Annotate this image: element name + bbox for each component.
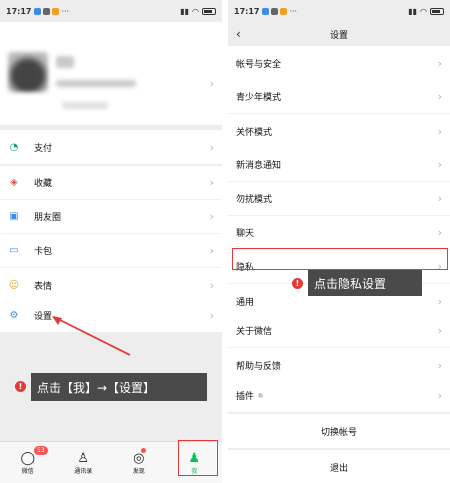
chevron-right-icon: ›	[437, 192, 442, 205]
settings-item-label: 通用	[236, 297, 255, 308]
plugin-indicator-icon	[258, 392, 264, 398]
nav-bar: ‹ 设置	[228, 22, 450, 46]
chevron-right-icon: ›	[437, 158, 442, 171]
settings-item-notifications[interactable]: 新消息通知 ›	[228, 148, 450, 182]
settings-item-do-not-disturb[interactable]: 勿扰模式 ›	[228, 182, 450, 216]
settings-item-label: 帐号与安全	[236, 59, 282, 70]
settings-item-plugins[interactable]: 插件 ›	[228, 378, 450, 412]
callout-me-settings: 点击【我】→【设置】	[31, 373, 207, 401]
tab-label: 通讯录	[74, 467, 93, 475]
status-time: 17:17	[234, 6, 260, 16]
highlight-box-privacy	[232, 248, 448, 270]
chat-icon: ◯	[20, 450, 36, 466]
settings-item-about[interactable]: 关于微信 ›	[228, 314, 450, 348]
unread-badge: 53	[34, 446, 48, 455]
chevron-right-icon: ›	[437, 226, 442, 239]
battery-icon	[430, 7, 444, 15]
more-icon: ···	[289, 6, 298, 16]
tab-contacts[interactable]: ♙ 通讯录	[56, 442, 112, 483]
status-bar: 17:17 ··· ▮▮ ◠	[228, 0, 450, 22]
chevron-right-icon: ›	[437, 124, 442, 138]
chevron-right-icon: ›	[437, 324, 442, 337]
signal-icon: ▮▮	[408, 6, 418, 16]
step-marker: !	[292, 278, 303, 289]
settings-group-plugins: 插件 ›	[228, 378, 450, 412]
contacts-icon: ♙	[77, 450, 90, 466]
chevron-right-icon: ›	[437, 388, 442, 402]
notification-icon	[262, 7, 270, 15]
settings-item-care-mode[interactable]: 关怀模式 ›	[228, 114, 450, 148]
callout-privacy: 点击隐私设置	[308, 270, 422, 296]
settings-item-label: 聊天	[236, 229, 255, 239]
settings-group-about: 关于微信 › 帮助与反馈 ›	[228, 314, 450, 382]
settings-item-chat[interactable]: 聊天 ›	[228, 216, 450, 250]
chevron-right-icon: ›	[437, 90, 442, 103]
settings-group-modes: 青少年模式 › 关怀模式 ›	[228, 80, 450, 148]
notification-icon	[280, 7, 288, 15]
settings-item-label: 帮助与反馈	[236, 361, 282, 372]
chevron-right-icon: ›	[437, 358, 442, 372]
settings-item-account-security[interactable]: 帐号与安全 ›	[228, 46, 450, 80]
wifi-icon: ◠	[420, 6, 427, 16]
step-marker: !	[15, 381, 26, 392]
chevron-right-icon: ›	[437, 56, 442, 70]
settings-item-label: 关于微信	[236, 327, 273, 337]
me-screen: 17:17 ··· ▮▮ ◠ › ◔ 支付 › ◈ 收藏 › ▣ 朋友圈 › ▭…	[0, 0, 222, 483]
notification-icon	[271, 7, 279, 15]
settings-item-label: 勿扰模式	[236, 195, 273, 205]
discover-dot	[141, 448, 146, 453]
page-title: 设置	[329, 30, 348, 41]
chevron-right-icon: ›	[437, 294, 442, 308]
tab-label: 发现	[132, 467, 145, 475]
switch-account-button[interactable]: 切换帐号	[228, 414, 450, 448]
settings-item-label: 插件	[236, 391, 255, 402]
settings-item-help-feedback[interactable]: 帮助与反馈 ›	[228, 348, 450, 382]
settings-item-label: 关怀模式	[236, 127, 273, 138]
callout-arrow	[52, 316, 131, 356]
settings-item-label: 青少年模式	[236, 93, 282, 103]
settings-item-teen-mode[interactable]: 青少年模式 ›	[228, 80, 450, 114]
back-icon[interactable]: ‹	[236, 27, 241, 41]
tab-label: 微信	[21, 467, 34, 475]
settings-group-account: 帐号与安全 ›	[228, 46, 450, 80]
highlight-box-me	[178, 440, 218, 476]
settings-item-label: 新消息通知	[236, 161, 282, 171]
settings-screen: 17:17 ··· ▮▮ ◠ ‹ 设置 帐号与安全 › 青少年模式 › 关怀模式…	[228, 0, 450, 483]
logout-button[interactable]: 退出	[228, 450, 450, 483]
tab-discover[interactable]: ◎ 发现	[111, 442, 167, 483]
tab-chats[interactable]: ◯ 微信 53	[0, 442, 56, 483]
